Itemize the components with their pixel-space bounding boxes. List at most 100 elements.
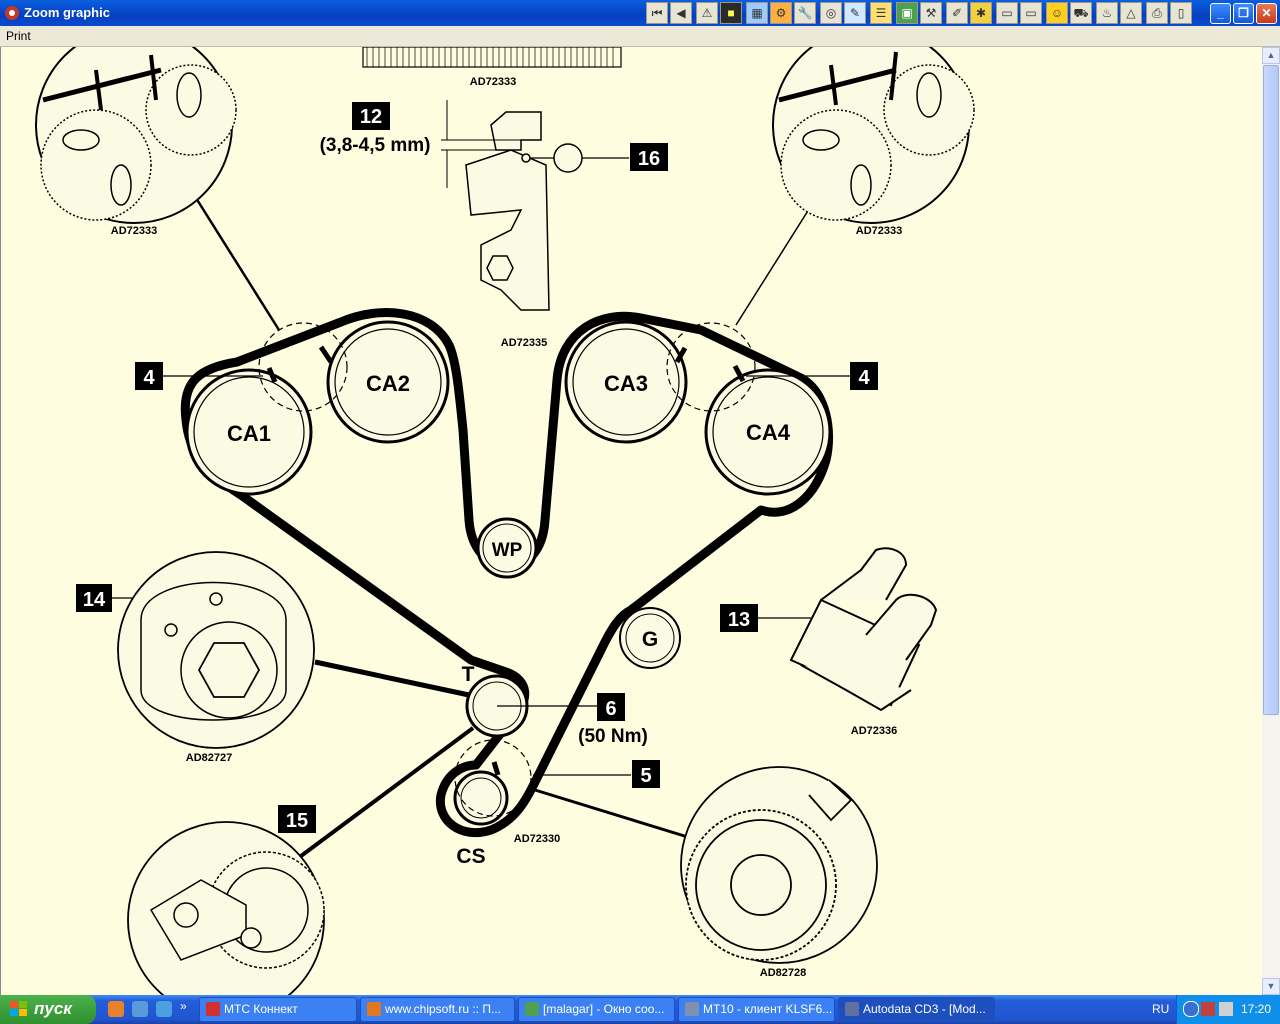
- window-title: Zoom graphic: [24, 5, 110, 20]
- callout-14: 14: [83, 589, 106, 611]
- code-clip: AD72336: [851, 725, 897, 737]
- scroll-thumb[interactable]: [1263, 65, 1279, 715]
- timing-belt-diagram: 12 16 4 4 14 13 6 5 15 (3,8-4,5 mm) (50 …: [35, 47, 975, 995]
- code-crank: AD72330: [514, 833, 560, 845]
- start-button[interactable]: пуск: [0, 995, 96, 1024]
- task-item[interactable]: MT10 - клиент KLSF6...: [678, 997, 835, 1022]
- task-item[interactable]: МТС Коннект: [199, 997, 357, 1022]
- task-icon: [367, 1002, 381, 1016]
- blank2-icon[interactable]: ▭: [1020, 2, 1042, 24]
- task-label: www.chipsoft.ru :: П...: [385, 1002, 501, 1016]
- minimize-button[interactable]: _: [1210, 3, 1231, 24]
- task-label: [malagar] - Окно соо...: [543, 1002, 665, 1016]
- callout-6-value: (50 Nm): [578, 726, 648, 747]
- app-icon: [5, 6, 19, 20]
- start-label: пуск: [34, 999, 72, 1018]
- task-item[interactable]: [malagar] - Окно соо...: [518, 997, 675, 1022]
- callout-12: 12: [360, 106, 382, 128]
- triangle-icon[interactable]: △: [1120, 2, 1142, 24]
- belt-strip: [362, 47, 622, 68]
- title-bar: Zoom graphic ⏮ ◀ ⚠ ■ ▦ ⚙ 🔧 ◎ ✎ ☰ ▣ ⚒ ✐ ✱…: [0, 0, 1280, 26]
- zoom-icon[interactable]: ✎: [844, 2, 866, 24]
- inset-left-tool: [117, 551, 315, 749]
- system-tray: 17:20: [1176, 995, 1280, 1024]
- list-icon[interactable]: ☰: [870, 2, 892, 24]
- car-icon[interactable]: ⛟: [1070, 2, 1092, 24]
- brush-icon[interactable]: ✐: [946, 2, 968, 24]
- task-icon: [525, 1002, 539, 1016]
- callout-4-right: 4: [858, 367, 870, 389]
- label-g: G: [642, 628, 658, 651]
- menu-print[interactable]: Print: [6, 29, 31, 43]
- bug-icon[interactable]: ✱: [970, 2, 992, 24]
- taskbar: пуск » МТС Коннект www.chipsoft.ru :: П.…: [0, 995, 1280, 1024]
- vertical-scrollbar[interactable]: ▲ ▼: [1262, 47, 1280, 995]
- task-label: Autodata CD3 - [Mod...: [863, 1002, 986, 1016]
- code-tensioner: AD72335: [501, 337, 547, 349]
- callout-5: 5: [640, 765, 651, 787]
- disc-icon[interactable]: ◎: [820, 2, 842, 24]
- task-label: МТС Коннект: [224, 1002, 298, 1016]
- callout-6: 6: [605, 698, 616, 720]
- label-ca2: CA2: [366, 371, 410, 396]
- inset-top-right: [772, 47, 975, 224]
- lamp-icon[interactable]: ♨: [1096, 2, 1118, 24]
- inset-top-left: [35, 47, 237, 224]
- tray-arrow-icon[interactable]: [1183, 1001, 1199, 1017]
- task-icon: [685, 1002, 699, 1016]
- scroll-up-button[interactable]: ▲: [1262, 47, 1280, 64]
- inset-lower-right: [680, 766, 878, 964]
- blank-icon[interactable]: ▭: [996, 2, 1018, 24]
- warning-icon[interactable]: ⚠: [696, 2, 718, 24]
- maximize-button[interactable]: ❐: [1233, 3, 1254, 24]
- callout-16: 16: [638, 148, 660, 170]
- callout-13: 13: [728, 609, 750, 631]
- tray-volume-icon[interactable]: [1219, 1002, 1233, 1016]
- tool-icon[interactable]: ⚒: [920, 2, 942, 24]
- code-right-crank: AD82728: [760, 967, 806, 979]
- scroll-down-button[interactable]: ▼: [1262, 978, 1280, 995]
- messenger-icon[interactable]: [156, 1001, 172, 1017]
- clock: 17:20: [1240, 1002, 1271, 1016]
- label-cs: CS: [456, 845, 485, 868]
- smiley-icon[interactable]: ☺: [1046, 2, 1068, 24]
- wrench-icon[interactable]: 🔧: [794, 2, 816, 24]
- callout-4-left: 4: [143, 367, 155, 389]
- label-t: T: [462, 663, 475, 686]
- close-button[interactable]: ✕: [1256, 3, 1277, 24]
- firefox-icon[interactable]: [108, 1001, 124, 1017]
- code-top-right: AD72333: [856, 225, 902, 237]
- gear-icon[interactable]: ⚙: [770, 2, 792, 24]
- menu-bar: Print: [0, 26, 1280, 47]
- image-icon[interactable]: ▦: [746, 2, 768, 24]
- diagram-canvas: 12 16 4 4 14 13 6 5 15 (3,8-4,5 mm) (50 …: [0, 47, 1263, 995]
- callout-12-value: (3,8-4,5 mm): [320, 135, 431, 156]
- code-top-center: AD72333: [470, 76, 516, 88]
- prev-icon[interactable]: ◀: [670, 2, 692, 24]
- task-icon: [206, 1002, 220, 1016]
- callout-15: 15: [286, 810, 308, 832]
- task-label: MT10 - клиент KLSF6...: [703, 1002, 833, 1016]
- color-icon[interactable]: ■: [720, 2, 742, 24]
- task-item-active[interactable]: Autodata CD3 - [Mod...: [838, 997, 995, 1022]
- inset-lower-left: [127, 821, 325, 995]
- task-item[interactable]: www.chipsoft.ru :: П...: [360, 997, 515, 1022]
- code-left-tool: AD82727: [186, 752, 232, 764]
- network-icon[interactable]: [132, 1001, 148, 1017]
- tray-network-icon[interactable]: [1201, 1002, 1215, 1016]
- quicklaunch-expand-icon[interactable]: »: [180, 999, 187, 1013]
- first-icon[interactable]: ⏮: [646, 2, 668, 24]
- task-icon: [845, 1002, 859, 1016]
- language-indicator[interactable]: RU: [1152, 1002, 1169, 1016]
- label-ca3: CA3: [604, 371, 648, 396]
- save-icon[interactable]: ▣: [896, 2, 918, 24]
- binder-clip: [789, 547, 938, 712]
- label-ca4: CA4: [746, 420, 791, 445]
- print-icon[interactable]: ⎙: [1146, 2, 1168, 24]
- label-wp: WP: [492, 540, 523, 561]
- battery-icon[interactable]: ▯: [1170, 2, 1192, 24]
- code-top-left: AD72333: [111, 225, 157, 237]
- tensioner-detail: [441, 100, 583, 311]
- windows-flag-icon: [10, 1001, 27, 1016]
- label-ca1: CA1: [227, 421, 271, 446]
